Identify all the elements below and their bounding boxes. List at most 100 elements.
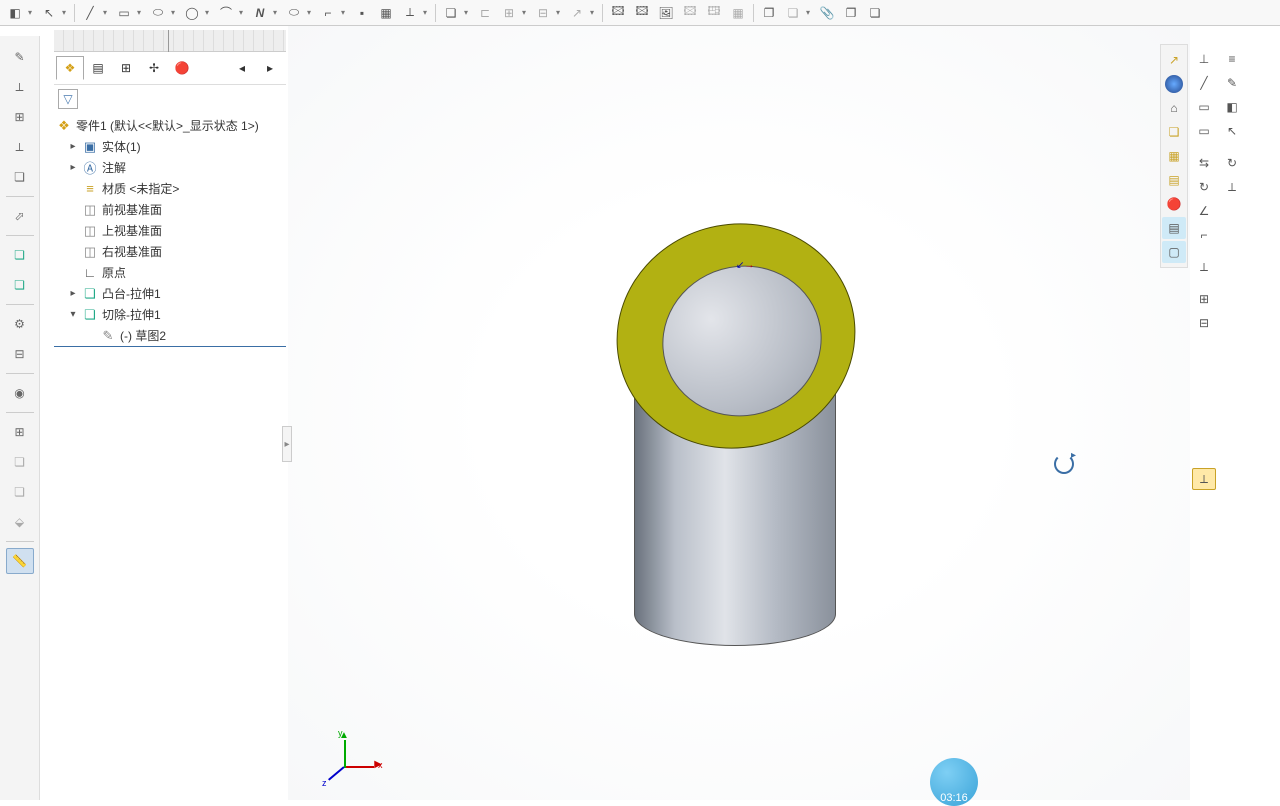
cube3-cmd-icon[interactable]: ❏ — [6, 449, 34, 475]
axis2-icon[interactable]: ⟂ — [1192, 256, 1216, 278]
pattern-cmd-icon[interactable]: ⊞ — [6, 104, 34, 130]
tab-config[interactable]: ⊞ — [112, 56, 140, 80]
layers-icon[interactable]: ▦ — [1162, 145, 1186, 167]
tree-node-front-plane[interactable]: ◫ 前视基准面 — [54, 199, 286, 220]
trim-icon[interactable]: ▦ — [375, 2, 397, 24]
model-cylinder[interactable]: ↙→ — [618, 226, 878, 666]
3d-viewport[interactable]: ▸ ↙→ x y z 03:16 — [288, 26, 1190, 800]
annotation5-icon[interactable]: 🖽 — [703, 2, 725, 24]
list-icon[interactable]: ▤ — [1162, 217, 1186, 239]
filter-icon[interactable]: ▽ — [58, 89, 78, 109]
color-wheel-icon[interactable]: 🔴 — [1162, 193, 1186, 215]
corner-icon[interactable]: ⌐ — [1192, 224, 1216, 246]
tree-node-right-plane[interactable]: ◫ 右视基准面 — [54, 241, 286, 262]
line-tool-icon[interactable]: ╱ — [1192, 72, 1216, 94]
mirror2-cmd-icon[interactable]: ⊞ — [6, 419, 34, 445]
grid-icon[interactable]: ⊞ — [1192, 288, 1216, 310]
tree-label: 原点 — [102, 264, 126, 281]
arrow-icon[interactable]: ↖ — [38, 2, 60, 24]
cube-icon[interactable]: ❏ — [440, 2, 462, 24]
annotation4-icon[interactable]: 🖾 — [679, 2, 701, 24]
tree-root[interactable]: ❖ 零件1 (默认<<默认>_显示状态 1>) — [54, 115, 286, 136]
sketch-cmd-icon[interactable]: ✎ — [6, 44, 34, 70]
home-view-icon[interactable]: ⌂ — [1162, 97, 1186, 119]
swap-icon[interactable]: ⇆ — [1192, 152, 1216, 174]
sensor-cmd-icon[interactable]: ◉ — [6, 380, 34, 406]
tab-property[interactable]: ▤ — [84, 56, 112, 80]
clip-icon[interactable]: 📎 — [816, 2, 838, 24]
tree-node-origin[interactable]: ∟ 原点 — [54, 262, 286, 283]
tab-appearance[interactable]: 🔴 — [168, 56, 196, 80]
arrow-ne-icon[interactable]: ↗ — [1162, 49, 1186, 71]
slot-icon[interactable]: ⬭ — [147, 2, 169, 24]
measure-cmd-icon[interactable]: 📏 — [6, 548, 34, 574]
attach-icon[interactable]: ❐ — [758, 2, 780, 24]
dim2-cmd-icon[interactable]: ⟂ — [6, 134, 34, 160]
annotation1-icon[interactable]: 🖾 — [607, 2, 629, 24]
dim-icon[interactable]: ⟂ — [399, 2, 421, 24]
extrude-boss-icon[interactable]: ❏ — [6, 242, 34, 268]
dim-cmd-icon[interactable]: ⟂ — [6, 74, 34, 100]
split-icon[interactable]: ⊟ — [1192, 312, 1216, 334]
tree-node-boss-extrude[interactable]: ▸ ❏ 凸台-拉伸1 — [54, 283, 286, 304]
globe-icon[interactable] — [1162, 73, 1186, 95]
tree-node-top-plane[interactable]: ◫ 上视基准面 — [54, 220, 286, 241]
point-icon[interactable]: ▪ — [351, 2, 373, 24]
fillet-icon[interactable]: ⌐ — [317, 2, 339, 24]
feat-cmd-icon[interactable]: ❏ — [6, 164, 34, 190]
collapse-icon[interactable]: ▾ — [68, 310, 78, 320]
ellipse-icon[interactable]: ⬭ — [283, 2, 305, 24]
loft2-cmd-icon[interactable]: ❏ — [6, 479, 34, 505]
expand-icon[interactable]: ▸ — [68, 142, 78, 152]
highlight-icon[interactable]: ⟂ — [1192, 468, 1216, 490]
panel-nav-prev[interactable]: ◂ — [228, 56, 256, 80]
redo-icon[interactable]: ↻ — [1220, 152, 1244, 174]
panel-nav-next[interactable]: ▸ — [256, 56, 284, 80]
annotation6-icon[interactable]: ▦ — [727, 2, 749, 24]
folder-icon[interactable]: ▤ — [1162, 169, 1186, 191]
pencil-icon[interactable]: ✎ — [1220, 72, 1244, 94]
extrude-cmd-icon[interactable]: ⬀ — [6, 203, 34, 229]
line-icon[interactable]: ╱ — [79, 2, 101, 24]
box2-tool-icon[interactable]: ▭ — [1192, 120, 1216, 142]
angle-icon[interactable]: ∠ — [1192, 200, 1216, 222]
annotation2-icon[interactable]: 🖾 — [631, 2, 653, 24]
axis-icon[interactable]: ⊥ — [1192, 48, 1216, 70]
mirror-icon[interactable]: ⊟ — [532, 2, 554, 24]
tree-node-sketch2[interactable]: ✎ (-) 草图2 — [54, 325, 286, 347]
constraint-icon[interactable]: ⟂ — [1220, 176, 1244, 198]
gear-cmd-icon[interactable]: ⚙ — [6, 311, 34, 337]
panel-splitter[interactable]: ▸ — [282, 426, 292, 462]
tab-display[interactable]: ✢ — [140, 56, 168, 80]
link-icon[interactable]: ❐ — [840, 2, 862, 24]
isometric-icon[interactable]: ❏ — [1162, 121, 1186, 143]
ref-icon[interactable]: ❏ — [864, 2, 886, 24]
tree-node-material[interactable]: ≡ 材质 <未指定> — [54, 178, 286, 199]
eraser-icon[interactable]: ◧ — [1220, 96, 1244, 118]
box-tool-icon[interactable]: ▭ — [1192, 96, 1216, 118]
spline-icon[interactable]: N — [249, 2, 271, 24]
loft-icon[interactable]: ↗ — [566, 2, 588, 24]
chamfer-icon[interactable]: ⊏ — [474, 2, 496, 24]
pattern-icon[interactable]: ⊞ — [498, 2, 520, 24]
extrude-cut-icon[interactable]: ❏ — [6, 272, 34, 298]
arc-icon[interactable]: ⌒ — [215, 2, 237, 24]
circle-icon[interactable]: ◯ — [181, 2, 203, 24]
cursor-icon[interactable]: ↖ — [1220, 120, 1244, 142]
tree-node-cut-extrude[interactable]: ▾ ❏ 切除-拉伸1 — [54, 304, 286, 325]
insert-image-icon[interactable]: 🖼 — [655, 2, 677, 24]
drag-icon[interactable]: ↻ — [1192, 176, 1216, 198]
rectangle-icon[interactable]: ▭ — [113, 2, 135, 24]
ruler-icon[interactable]: ≡ — [1220, 48, 1244, 70]
tree-node-solid[interactable]: ▸ ▣ 实体(1) — [54, 136, 286, 157]
callout-icon[interactable]: ▢ — [1162, 241, 1186, 263]
rel-cmd-icon[interactable]: ⊟ — [6, 341, 34, 367]
deform-cmd-icon[interactable]: ⬙ — [6, 509, 34, 535]
tab-feature-tree[interactable]: ❖ — [56, 56, 84, 80]
expand-icon[interactable]: ▸ — [68, 289, 78, 299]
rotate-gizmo-icon[interactable] — [1054, 454, 1074, 474]
expand-icon[interactable]: ▸ — [68, 163, 78, 173]
plane-icon[interactable]: ◧ — [4, 2, 26, 24]
cube2-icon[interactable]: ❏ — [782, 2, 804, 24]
tree-node-annot[interactable]: ▸ Ⓐ 注解 — [54, 157, 286, 178]
